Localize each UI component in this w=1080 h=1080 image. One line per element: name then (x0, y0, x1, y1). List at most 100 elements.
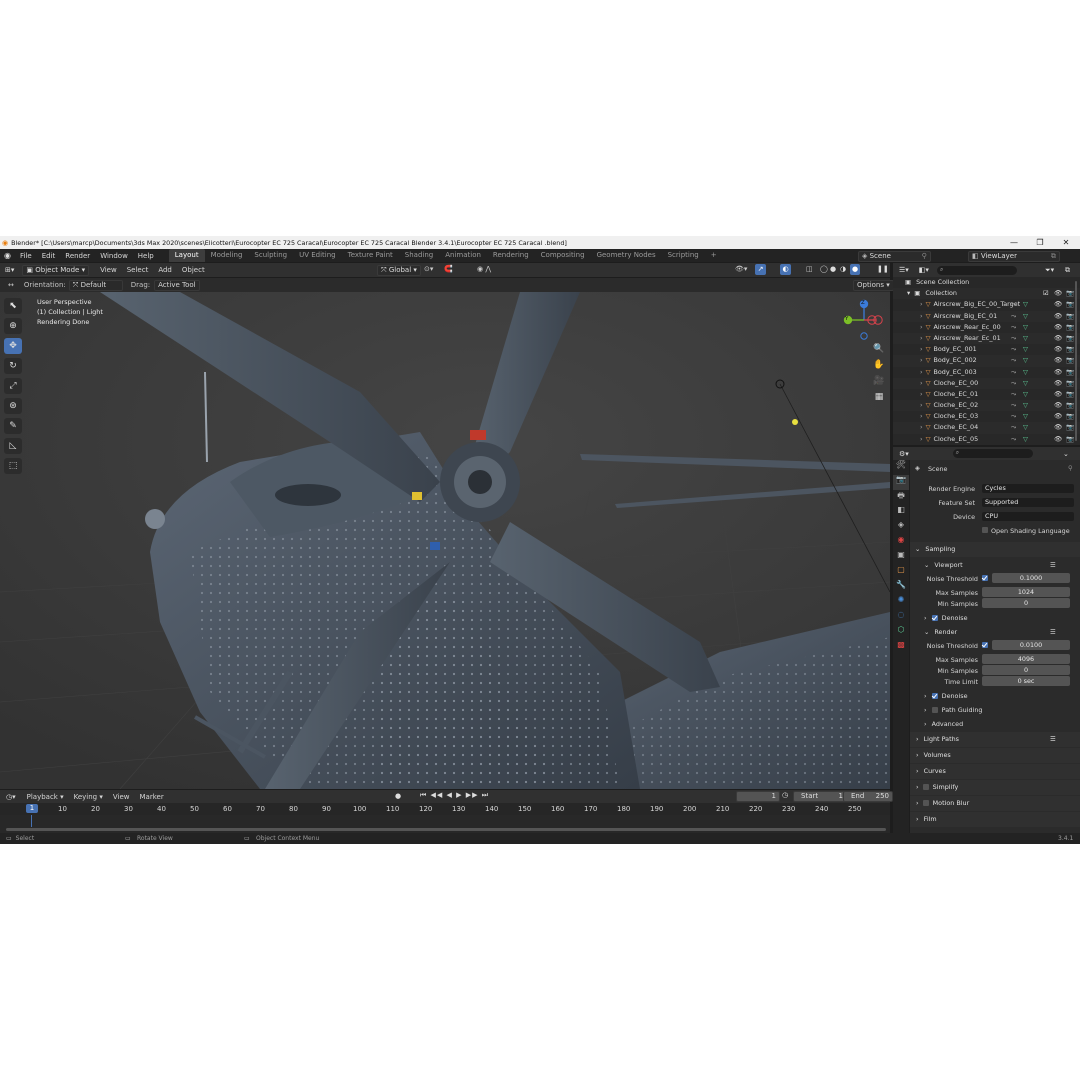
measure-tool-icon[interactable]: ◺ (4, 438, 22, 454)
zoom-icon[interactable]: 🔍 (871, 344, 887, 360)
expand-icon[interactable]: ▾ (907, 289, 910, 297)
shading-wireframe-icon[interactable]: ◯ (820, 265, 828, 273)
render-icon[interactable]: 📷 (1066, 434, 1074, 445)
vp-denoise-checkbox[interactable] (931, 615, 938, 621)
transform-orientation-dropdown[interactable]: ⤧ Global ▾ (377, 265, 421, 276)
simplify-checkbox[interactable] (922, 784, 929, 790)
outliner-item[interactable]: › ▽ Airscrew_Big_EC_01 ⤳ ▽ 👁 📷 (893, 310, 1080, 322)
checkbox-icon[interactable]: ☑ (1043, 288, 1049, 299)
tab-scripting[interactable]: Scripting (662, 249, 705, 262)
expand-icon[interactable]: › (920, 300, 923, 308)
visibility-icon[interactable]: 👁 (1054, 344, 1062, 355)
properties-panel[interactable]: ◈ Scene ⚲ Render Engine Cycles Feature S… (910, 460, 1080, 833)
tab-animation[interactable]: Animation (439, 249, 487, 262)
osl-checkbox[interactable] (982, 527, 988, 533)
timeline-scrollbar[interactable] (6, 828, 886, 831)
visibility-icon[interactable]: 👁 (1054, 422, 1062, 433)
visibility-icon[interactable]: 👁 (1054, 367, 1062, 378)
r-noise-checkbox[interactable] (982, 642, 988, 648)
playhead[interactable] (31, 815, 32, 827)
navigation-gizmo[interactable]: Z Y (842, 298, 886, 342)
r-denoise-checkbox[interactable] (931, 693, 938, 699)
expand-icon[interactable]: › (920, 323, 923, 331)
display-mode-icon[interactable]: ◧▾ (919, 266, 929, 274)
list-menu-icon[interactable]: ☰ (1050, 625, 1056, 639)
3d-viewport[interactable]: Z Y (0, 292, 890, 789)
timeline-editor-icon[interactable]: ◷▾ (6, 793, 16, 801)
physics-tab-icon[interactable]: ◌ (893, 610, 909, 625)
world-tab-icon[interactable]: ◉ (893, 535, 909, 550)
add-workspace-button[interactable]: + (705, 249, 723, 262)
shading-rendered-icon[interactable]: ● (850, 264, 860, 275)
path-guiding-checkbox[interactable] (931, 707, 938, 713)
start-frame-field[interactable]: Start 1 (793, 791, 847, 802)
light-paths-section[interactable]: › Light Paths ☰ (910, 732, 1080, 747)
grid-projection-icon[interactable]: ▦ (871, 392, 887, 408)
annotate-tool-icon[interactable]: ✎ (4, 418, 22, 434)
data-tab-icon[interactable]: ▩ (893, 640, 909, 655)
visibility-icon[interactable]: 👁 (1054, 322, 1062, 333)
r-denoise-subsection[interactable]: › Denoise (910, 689, 1080, 703)
visibility-icon[interactable]: 👁 (1054, 311, 1062, 322)
tool-tab-icon[interactable]: 🛠 (893, 460, 909, 475)
xray-icon[interactable]: ◫ (806, 265, 813, 273)
editor-type-icon[interactable]: ⊞▾ (5, 266, 14, 274)
outliner-item[interactable]: › ▽ Airscrew_Big_EC_00_Target ⤳ ▽ 👁 📷 (893, 299, 1080, 310)
render-icon[interactable]: 📷 (1066, 344, 1074, 355)
visibility-icon[interactable]: 👁▾ (735, 265, 747, 273)
properties-editor-icon[interactable]: ⚙▾ (899, 450, 909, 458)
list-menu-icon[interactable]: ☰ (1050, 732, 1056, 747)
scene-tab-icon[interactable]: ◈ (893, 520, 909, 535)
vp-denoise-subsection[interactable]: › Denoise (910, 611, 1080, 625)
visibility-icon[interactable]: 👁 (1054, 299, 1062, 310)
outliner-search-field[interactable]: ⌕ (936, 265, 1017, 275)
film-section[interactable]: › Film (910, 812, 1080, 827)
options-dropdown[interactable]: Options ▾ (853, 280, 894, 291)
record-icon[interactable]: ● (395, 792, 401, 800)
tab-rendering[interactable]: Rendering (487, 249, 535, 262)
overlay-toggle-icon[interactable]: ◐ (780, 264, 791, 275)
vp-min-samples-field[interactable]: 0 (982, 598, 1070, 608)
select-tool-icon[interactable]: ⬉ (4, 298, 22, 314)
visibility-icon[interactable]: 👁 (1054, 434, 1062, 445)
timeline-ruler[interactable]: 1 10 20 30 40 50 60 70 80 90 100 110 120… (0, 803, 890, 815)
path-guiding-subsection[interactable]: › Path Guiding (910, 703, 1080, 717)
snap-icon[interactable]: 🧲 (444, 265, 453, 273)
expand-icon[interactable]: › (920, 423, 923, 431)
outliner-collection[interactable]: ▾ ▣ Collection ☑ 👁 📷 (893, 288, 1080, 300)
properties-search-field[interactable]: ⌕ (952, 449, 1033, 458)
modifier-tab-icon[interactable]: 🔧 (893, 580, 909, 595)
pin-icon[interactable]: ⚲ (1068, 464, 1073, 472)
visibility-icon[interactable]: 👁 (1054, 411, 1062, 422)
output-tab-icon[interactable]: 🖶 (893, 490, 909, 505)
tab-texture-paint[interactable]: Texture Paint (342, 249, 399, 262)
minimize-button[interactable]: — (1003, 236, 1025, 249)
render-icon[interactable]: 📷 (1066, 288, 1074, 299)
render-subsection[interactable]: ⌄ Render ☰ (910, 625, 1080, 639)
tab-sculpting[interactable]: Sculpting (248, 249, 293, 262)
visibility-icon[interactable]: 👁 (1054, 389, 1062, 400)
render-icon[interactable]: 📷 (1066, 400, 1074, 411)
expand-icon[interactable]: › (920, 356, 923, 364)
collection-tab-icon[interactable]: ▣ (893, 550, 909, 565)
outliner-item[interactable]: › ▽ Airscrew_Rear_Ec_01 ⤳ ▽ 👁 📷 (893, 332, 1080, 345)
outliner-item[interactable]: › ▽ Cloche_EC_04 ⤳ ▽ 👁 📷 (893, 422, 1080, 434)
tab-modeling[interactable]: Modeling (205, 249, 249, 262)
proportional-edit-icon[interactable]: ◉ ⋀ (477, 265, 491, 273)
tab-geometry-nodes[interactable]: Geometry Nodes (591, 249, 662, 262)
add-cube-tool-icon[interactable]: ⬚ (4, 458, 22, 474)
visibility-icon[interactable]: 👁 (1054, 355, 1062, 366)
move-tool-icon[interactable]: ✥ (4, 338, 22, 354)
pan-hand-icon[interactable]: ✋ (871, 360, 887, 376)
r-time-limit-field[interactable]: 0 sec (982, 676, 1070, 686)
r-min-samples-field[interactable]: 0 (982, 665, 1070, 675)
render-icon[interactable]: 📷 (1066, 333, 1074, 344)
menu-render[interactable]: Render (60, 252, 95, 260)
scale-tool-icon[interactable]: ⤢ (4, 378, 22, 394)
cursor-tool-icon[interactable]: ⊕ (4, 318, 22, 334)
tab-compositing[interactable]: Compositing (535, 249, 591, 262)
viewport-menu-select[interactable]: Select (122, 266, 154, 274)
vp-noise-field[interactable]: 0.1000 (992, 573, 1070, 583)
advanced-subsection[interactable]: › Advanced (910, 717, 1080, 731)
properties-options-icon[interactable]: ⌄ (1063, 450, 1069, 458)
